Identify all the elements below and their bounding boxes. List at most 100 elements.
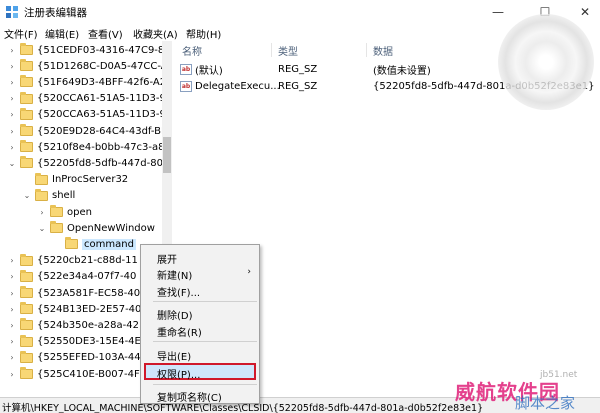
tree-node-label: {520CCA63-51A5-11D3-91: [37, 109, 172, 121]
regedit-icon: [6, 6, 18, 18]
tree-node[interactable]: › open: [37, 204, 92, 220]
folder-icon: [65, 237, 78, 250]
folder-icon: [20, 286, 33, 298]
tree-node[interactable]: command: [52, 236, 136, 252]
folder-icon: [20, 350, 33, 363]
expanded-chevron-icon[interactable]: ⌄: [7, 159, 17, 168]
tree-node[interactable]: › {5220cb21-c88d-11: [7, 253, 138, 269]
tree-node-label: {5255EFED-103A-44: [37, 352, 141, 364]
tree-node[interactable]: ⌄ OpenNewWindow: [37, 220, 155, 236]
folder-icon: [20, 107, 33, 120]
menu-separator: [153, 341, 257, 342]
menu-item-find[interactable]: 查找(F)...: [157, 284, 200, 299]
folder-icon: [20, 91, 33, 104]
value-name: DelegateExecu...: [195, 80, 280, 92]
collapsed-chevron-icon[interactable]: ›: [7, 289, 17, 298]
tree-node[interactable]: › {5255EFED-103A-44: [7, 350, 141, 366]
tree-node-label: {520CCA61-51A5-11D3-91: [37, 93, 172, 105]
folder-icon: [35, 188, 48, 201]
collapsed-chevron-icon[interactable]: ›: [7, 337, 17, 346]
watermark-swirl: [498, 14, 594, 110]
tree-node[interactable]: › {520CCA61-51A5-11D3-91: [7, 91, 172, 107]
tree-node[interactable]: › {51F649D3-4BFF-42f6-A25: [7, 74, 171, 90]
tree-node[interactable]: › {522e34a4-07f7-40: [7, 269, 136, 285]
tree-node-label: {51CEDF03-4316-47C9-81: [37, 44, 171, 56]
tree-node[interactable]: › {5210f8e4-b0bb-47c3-a8: [7, 139, 165, 155]
folder-icon: [20, 367, 33, 379]
column-header-data[interactable]: 数据: [373, 43, 393, 58]
menu-item-expand[interactable]: 展开: [157, 251, 177, 266]
tree-node-label: {5210f8e4-b0bb-47c3-a8: [37, 141, 165, 153]
submenu-arrow-icon: ›: [247, 267, 251, 277]
collapsed-chevron-icon[interactable]: ›: [7, 127, 17, 136]
menu-help[interactable]: 帮助(H): [186, 26, 221, 41]
menu-view[interactable]: 查看(V): [88, 26, 123, 41]
collapsed-chevron-icon[interactable]: ›: [7, 78, 17, 87]
collapsed-chevron-icon[interactable]: ›: [7, 272, 17, 281]
tree-node[interactable]: › {51D1268C-D0A5-47CC-A: [7, 58, 168, 74]
menu-item-rename[interactable]: 重命名(R): [157, 324, 202, 339]
collapsed-chevron-icon[interactable]: ›: [7, 321, 17, 330]
tree-node[interactable]: ⌄ shell: [22, 188, 75, 204]
tree-node[interactable]: › {520CCA63-51A5-11D3-91: [7, 107, 172, 123]
collapsed-chevron-icon[interactable]: ›: [37, 208, 47, 217]
collapsed-chevron-icon[interactable]: ›: [7, 46, 17, 55]
tree-node[interactable]: › {520E9D28-64C4-43df-BE: [7, 123, 167, 139]
folder-icon: [35, 172, 48, 185]
menu-item-export[interactable]: 导出(E): [157, 348, 191, 363]
menu-file[interactable]: 文件(F): [4, 26, 38, 41]
folder-icon: [50, 205, 63, 217]
tree-node[interactable]: › {52550DE3-15E4-4E: [7, 334, 141, 350]
tree-node[interactable]: › {523A581F-EC58-40: [7, 285, 140, 301]
folder-icon: [20, 334, 33, 347]
value-row[interactable]: ab DelegateExecu...: [180, 78, 280, 94]
folder-icon: [20, 269, 33, 282]
value-type: REG_SZ: [278, 80, 318, 92]
tree-node[interactable]: › {525C410E-B007-4F: [7, 366, 140, 382]
collapsed-chevron-icon[interactable]: ›: [7, 256, 17, 265]
folder-icon: [20, 59, 33, 72]
column-divider[interactable]: [366, 43, 367, 57]
tree-node-label: OpenNewWindow: [67, 222, 155, 234]
context-menu: 展开 新建(N) › 查找(F)... 删除(D) 重命名(R) 导出(E) 权…: [140, 244, 260, 404]
collapsed-chevron-icon[interactable]: ›: [7, 143, 17, 152]
menu-item-delete[interactable]: 删除(D): [157, 307, 193, 322]
tree-node[interactable]: › {524b350e-a28a-42: [7, 317, 139, 333]
tree-node-label: {51D1268C-D0A5-47CC-A: [37, 60, 168, 72]
collapsed-chevron-icon[interactable]: ›: [7, 370, 17, 379]
folder-icon: [20, 318, 33, 331]
menu-item-new[interactable]: 新建(N): [157, 267, 192, 282]
column-header-type[interactable]: 类型: [278, 43, 298, 58]
expanded-chevron-icon[interactable]: ⌄: [22, 191, 32, 200]
column-header-name[interactable]: 名称: [182, 43, 202, 58]
menu-separator: [153, 384, 257, 385]
folder-icon: [20, 43, 33, 55]
window-title: 注册表编辑器: [24, 7, 87, 19]
folder-icon: [50, 221, 63, 234]
tree-node[interactable]: › {524B13ED-2E57-40: [7, 301, 141, 317]
string-value-icon: ab: [180, 63, 192, 75]
collapsed-chevron-icon[interactable]: ›: [7, 353, 17, 362]
minimize-button[interactable]: —: [478, 0, 518, 24]
tree-node-label: {524b350e-a28a-42: [37, 319, 139, 331]
column-divider[interactable]: [271, 43, 272, 57]
tree-node[interactable]: › {51CEDF03-4316-47C9-81: [7, 42, 171, 58]
expanded-chevron-icon[interactable]: ⌄: [37, 224, 47, 233]
collapsed-chevron-icon[interactable]: ›: [7, 305, 17, 314]
tree-node-label: {525C410E-B007-4F: [37, 368, 140, 380]
tree-node-label: {522e34a4-07f7-40: [37, 271, 137, 283]
menu-item-copy-key-name[interactable]: 复制项名称(C): [157, 389, 222, 404]
menu-favorites[interactable]: 收藏夹(A): [133, 26, 178, 41]
tree-node-label: {5220cb21-c88d-11: [37, 255, 138, 267]
collapsed-chevron-icon[interactable]: ›: [7, 94, 17, 103]
collapsed-chevron-icon[interactable]: ›: [7, 62, 17, 71]
tree-node[interactable]: InProcServer32: [22, 172, 128, 188]
value-row[interactable]: ab (默认): [180, 61, 223, 77]
collapsed-chevron-icon[interactable]: ›: [7, 110, 17, 119]
menu-separator: [153, 301, 257, 302]
tree-scrollbar-thumb[interactable]: [163, 137, 171, 173]
tree-node[interactable]: ⌄ {52205fd8-5dfb-447d-801: [7, 155, 169, 171]
value-type: REG_SZ: [278, 63, 318, 75]
menu-edit[interactable]: 编辑(E): [45, 26, 79, 41]
menu-item-permissions[interactable]: 权限(P)...: [157, 366, 200, 381]
